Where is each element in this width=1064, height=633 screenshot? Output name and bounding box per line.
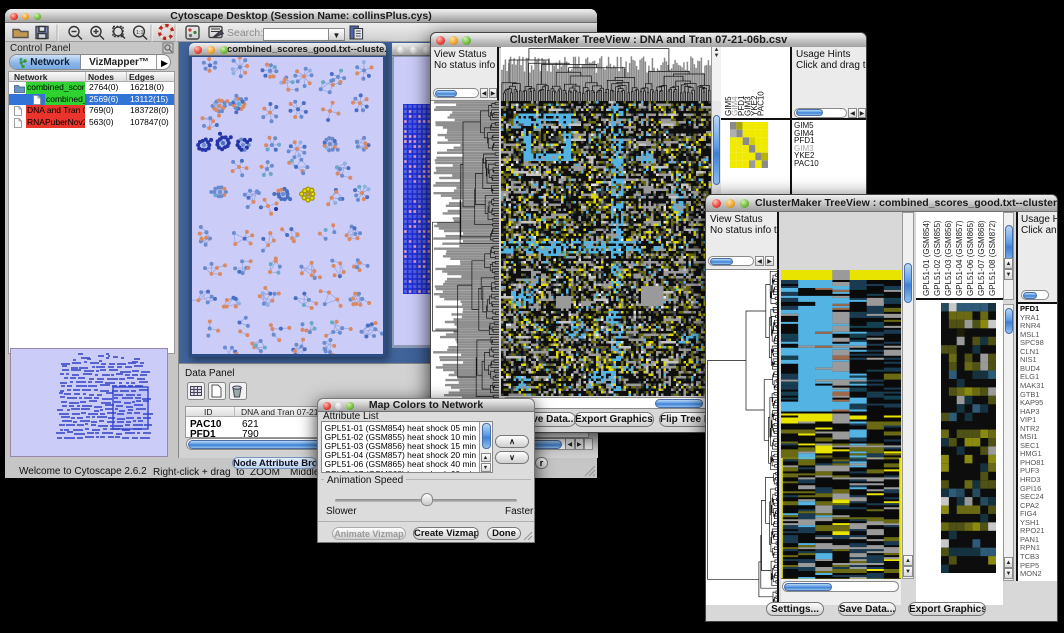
svg-text:GPL51-04 (GSM857): GPL51-04 (GSM857) — [955, 220, 964, 296]
svg-text:GPL51-02 (GSM855): GPL51-02 (GSM855) — [933, 220, 942, 296]
svg-text:1:1: 1:1 — [136, 30, 144, 36]
svg-text:GPL51-06 (GSM865): GPL51-06 (GSM865) — [966, 220, 975, 296]
svg-text:GPL51-03 (GSM856): GPL51-03 (GSM856) — [944, 220, 953, 296]
svg-text:PAC10: PAC10 — [757, 91, 766, 116]
svg-text:Search:: Search: — [227, 27, 263, 39]
svg-text:GPL51-01 (GSM854): GPL51-01 (GSM854) — [922, 220, 931, 296]
svg-text:GPL51-08 (GSM872): GPL51-08 (GSM872) — [988, 220, 997, 296]
svg-text:GPL51-07 (GSM868): GPL51-07 (GSM868) — [977, 220, 986, 296]
